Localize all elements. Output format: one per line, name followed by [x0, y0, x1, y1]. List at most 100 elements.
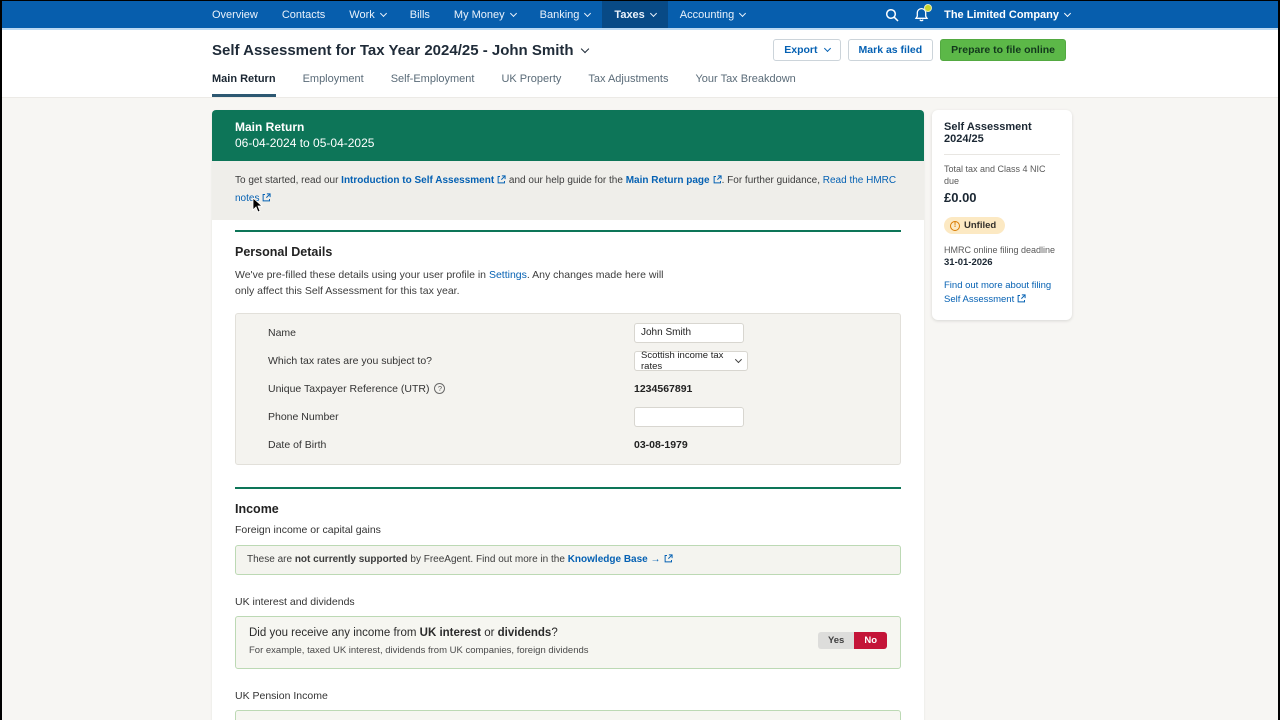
prepare-label: Prepare to file online [951, 44, 1055, 56]
prepare-to-file-button[interactable]: Prepare to file online [940, 39, 1066, 61]
settings-link[interactable]: Settings [489, 269, 527, 281]
nav-item-my-money[interactable]: My Money [442, 1, 528, 28]
nav-label: Bills [409, 8, 430, 21]
phone-input[interactable] [634, 406, 744, 427]
nav-item-banking[interactable]: Banking [528, 1, 603, 28]
chevron-down-icon [739, 9, 747, 17]
external-link-icon [497, 174, 506, 191]
mark-as-filed-button[interactable]: Mark as filed [847, 39, 934, 61]
foreign-income-notice: These are not currently supported by Fre… [235, 544, 901, 575]
tab-your-tax-breakdown[interactable]: Your Tax Breakdown [695, 73, 795, 97]
phone-label: Phone Number [268, 410, 339, 423]
question-bold-text: dividends [497, 626, 552, 639]
nav-item-overview[interactable]: Overview [200, 1, 270, 28]
intro-link-self-assessment[interactable]: Introduction to Self Assessment [341, 175, 494, 186]
yes-button[interactable]: Yes [817, 631, 855, 649]
tax-rates-selected-value: Scottish income tax rates [641, 349, 724, 372]
filing-info-link-text: Find out more about filing Self Assessme… [944, 280, 1052, 305]
chevron-down-icon [580, 44, 589, 53]
summary-heading: Self Assessment 2024/25 [944, 121, 1060, 155]
nav-item-work[interactable]: Work [337, 1, 397, 28]
nav-label: My Money [453, 8, 505, 21]
nav-item-bills[interactable]: Bills [398, 1, 442, 28]
tab-tax-adjustments[interactable]: Tax Adjustments [588, 73, 668, 97]
search-icon[interactable] [885, 8, 899, 22]
export-label: Export [784, 44, 818, 56]
utr-label-text: Unique Taxpayer Reference (UTR) [268, 382, 430, 395]
name-input[interactable] [634, 322, 744, 343]
uk-pension-income-label: UK Pension Income [235, 689, 328, 702]
knowledge-base-link[interactable]: Knowledge Base → [568, 554, 661, 565]
help-icon[interactable]: ? [434, 383, 446, 395]
utr-label: Unique Taxpayer Reference (UTR) ? [268, 383, 634, 395]
dob-value: 03-08-1979 [634, 438, 688, 451]
nav-label: Overview [212, 8, 258, 21]
status-badge-text: Unfiled [964, 220, 997, 232]
banner-title: Main Return [235, 120, 305, 134]
external-link-icon [664, 554, 673, 566]
foreign-income-label: Foreign income or capital gains [235, 523, 381, 536]
header-actions: Export Mark as filed Prepare to file onl… [773, 39, 1066, 61]
external-link-icon [713, 174, 722, 191]
intro-text: . For further guidance, [721, 175, 823, 186]
company-switcher[interactable]: The Limited Company [944, 8, 1072, 21]
chevron-down-icon [735, 355, 743, 363]
utr-value: 1234567891 [634, 382, 693, 395]
chevron-down-icon [823, 44, 831, 53]
no-button[interactable]: No [854, 631, 887, 649]
nav-label: Work [349, 8, 375, 21]
nav-label: Accounting [679, 8, 735, 21]
chevron-down-icon [584, 9, 592, 17]
main-return-card: Main Return 06-04-2024 to 05-04-2025 To … [212, 110, 924, 720]
external-link-icon [1017, 294, 1026, 307]
chevron-down-icon [379, 9, 387, 17]
question-text: ? [551, 626, 558, 639]
nav-label: Taxes [614, 8, 645, 21]
form-row-dob: Date of Birth 03-08-1979 [268, 431, 868, 459]
notice-text: These are [247, 553, 295, 565]
intro-text: and our help guide for the [506, 175, 626, 186]
uk-interest-example: For example, taxed UK interest, dividend… [249, 644, 589, 656]
company-name: The Limited Company [944, 8, 1059, 21]
nav-item-accounting[interactable]: Accounting [668, 1, 757, 28]
notice-bold-text: not currently supported [294, 553, 408, 565]
banner-period: 06-04-2024 to 05-04-2025 [235, 136, 375, 150]
uk-interest-yes-no-toggle: Yes No [817, 631, 887, 649]
tab-employment[interactable]: Employment [303, 73, 364, 97]
notice-text: by FreeAgent. Find out more in the [407, 553, 568, 565]
page-header: Self Assessment for Tax Year 2024/25 - J… [2, 30, 1278, 98]
income-heading: Income [235, 501, 279, 516]
page-title[interactable]: Self Assessment for Tax Year 2024/25 - J… [212, 41, 589, 59]
tax-rates-label: Which tax rates are you subject to? [268, 354, 432, 367]
intro-link-main-return-page[interactable]: Main Return page [626, 175, 710, 186]
nav-item-taxes[interactable]: Taxes [602, 1, 668, 28]
app-window: Overview Contacts Work Bills My Money Ba… [2, 1, 1278, 720]
uk-interest-question-box: Did you receive any income from UK inter… [235, 615, 901, 669]
tab-uk-property[interactable]: UK Property [501, 73, 561, 97]
uk-interest-question: Did you receive any income from UK inter… [249, 627, 887, 639]
dob-label: Date of Birth [268, 438, 327, 451]
notifications-bell-icon[interactable] [914, 4, 933, 22]
name-label: Name [268, 326, 297, 339]
personal-details-heading: Personal Details [235, 245, 333, 259]
top-navigation: Overview Contacts Work Bills My Money Ba… [2, 1, 1278, 30]
tax-rates-select[interactable]: Scottish income tax rates [634, 349, 748, 372]
total-due-label: Total tax and Class 4 NIC due [944, 164, 1046, 186]
tab-self-employment[interactable]: Self-Employment [391, 73, 475, 97]
tab-main-return[interactable]: Main Return [212, 73, 276, 97]
nav-label: Banking [539, 8, 580, 21]
deadline-label: HMRC online filing deadline [944, 245, 1056, 256]
section-divider [235, 230, 901, 232]
deadline-date: 31-01-2026 [944, 257, 993, 269]
export-button[interactable]: Export [773, 39, 841, 61]
form-row-name: Name [268, 319, 868, 347]
chevron-down-icon [649, 9, 657, 17]
form-row-utr: Unique Taxpayer Reference (UTR) ? 123456… [268, 375, 868, 403]
form-row-tax-rates: Which tax rates are you subject to? Scot… [268, 347, 868, 375]
alert-icon: ! [950, 220, 960, 231]
question-bold-text: UK interest [419, 626, 482, 639]
personal-details-description: We've pre-filled these details using you… [235, 267, 675, 300]
page-title-text: Self Assessment for Tax Year 2024/25 - J… [212, 41, 574, 59]
nav-item-contacts[interactable]: Contacts [270, 1, 337, 28]
filing-info-link[interactable]: Find out more about filing Self Assessme… [944, 279, 1060, 307]
